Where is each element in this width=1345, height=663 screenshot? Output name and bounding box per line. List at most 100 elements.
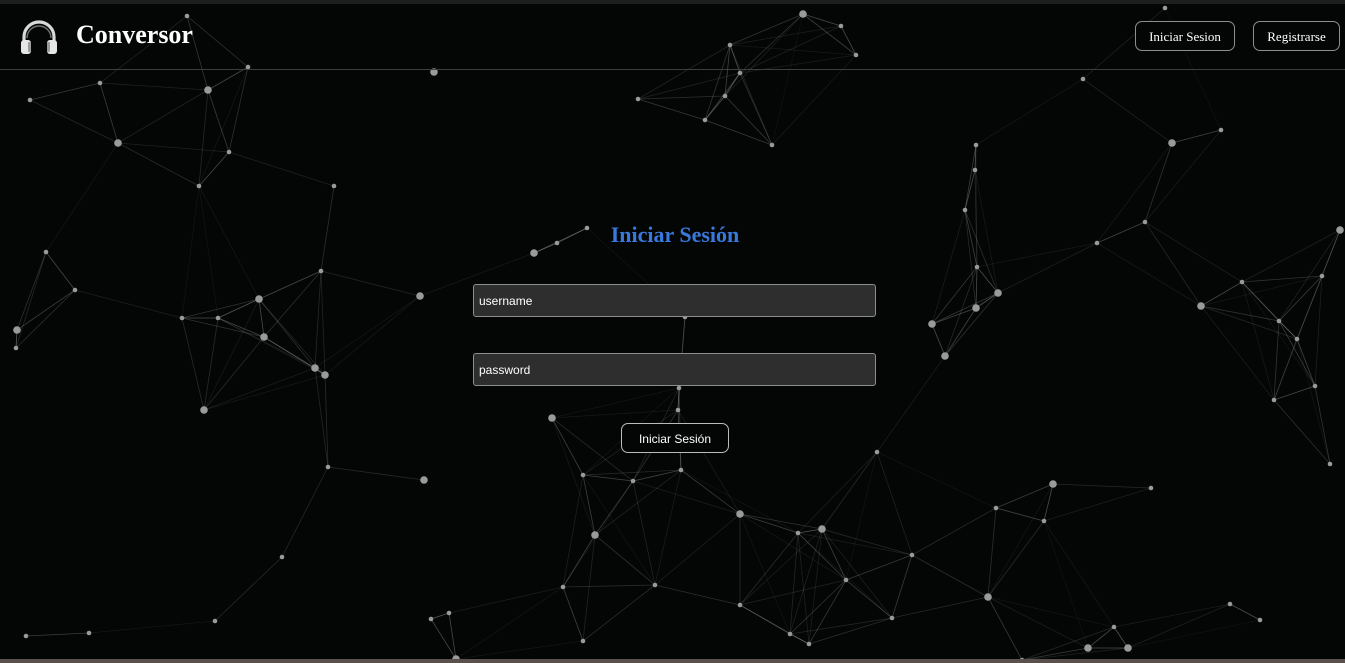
network-link [99, 82, 119, 144]
network-node [941, 352, 949, 360]
network-link [1278, 275, 1323, 322]
network-node [630, 478, 636, 484]
network-link [891, 554, 913, 619]
network-link [1096, 242, 1202, 307]
nav-login-button[interactable]: Iniciar Sesion [1135, 21, 1235, 51]
network-node [560, 584, 566, 590]
network-link [845, 554, 913, 581]
network-node [1111, 624, 1117, 630]
network-link [263, 270, 322, 338]
nav-register-button[interactable]: Registrarse [1253, 21, 1340, 51]
network-node [1124, 644, 1132, 652]
network-node [1227, 601, 1233, 607]
network-node [994, 289, 1002, 297]
network-node [818, 525, 826, 533]
network-node [331, 183, 337, 189]
network-link [582, 584, 656, 642]
network-link [25, 632, 90, 637]
network-link [562, 586, 584, 642]
network-link [944, 307, 977, 357]
network-node [215, 315, 221, 321]
network-link [320, 270, 421, 297]
network-link [117, 142, 200, 187]
network-node [97, 80, 103, 86]
network-link [88, 620, 216, 634]
username-input[interactable] [473, 284, 876, 317]
network-node [678, 467, 684, 473]
network-node [196, 183, 202, 189]
network-link [562, 584, 656, 588]
network-link [739, 532, 799, 606]
network-node [204, 86, 212, 94]
network-node [1294, 336, 1300, 342]
network-node [13, 326, 21, 334]
particle-network-background [13, 5, 1344, 663]
network-node [635, 96, 641, 102]
network-node [736, 510, 744, 518]
network-node [260, 333, 268, 341]
brand-title: Conversor [76, 20, 193, 49]
network-node [972, 167, 978, 173]
network-link [29, 99, 119, 144]
network-link [1241, 229, 1341, 283]
network-link [739, 528, 823, 606]
network-link [1278, 320, 1316, 387]
network-link [203, 367, 316, 411]
network-node [255, 295, 263, 303]
network-link [987, 520, 1045, 598]
network-link [551, 409, 679, 419]
network-link [1096, 221, 1146, 244]
network-link [1127, 619, 1261, 649]
password-input[interactable] [473, 353, 876, 386]
network-node [909, 552, 915, 558]
network-node [652, 582, 658, 588]
network-link [29, 82, 101, 101]
network-link [739, 513, 799, 534]
network-link [1144, 221, 1243, 283]
network-link [976, 266, 999, 294]
network-node [530, 249, 538, 257]
network-link [911, 554, 989, 598]
network-link [198, 151, 230, 187]
network-link [1200, 305, 1298, 340]
network-link [1229, 603, 1261, 621]
network-link [739, 72, 773, 146]
network-node [420, 476, 428, 484]
network-node [737, 602, 743, 608]
network-link [228, 151, 335, 187]
headphones-icon [21, 20, 57, 54]
network-node [806, 641, 812, 647]
network-link [198, 89, 209, 187]
network-node [974, 264, 980, 270]
network-node [1197, 302, 1205, 310]
network-link [1144, 221, 1202, 307]
network-link [320, 270, 326, 376]
login-submit-button[interactable]: Iniciar Sesión [621, 423, 729, 453]
network-link [551, 417, 584, 476]
network-node [416, 292, 424, 300]
network-link [997, 242, 1098, 294]
network-node [321, 371, 329, 379]
network-link [203, 374, 326, 411]
network-link [45, 251, 76, 291]
login-title: Iniciar Sesión [610, 222, 740, 247]
network-node [114, 139, 122, 147]
network-link [704, 119, 773, 146]
network-link [448, 586, 564, 614]
network-link [181, 185, 200, 319]
network-link [876, 451, 913, 556]
network-link [582, 474, 634, 482]
navbar: Conversor Iniciar Sesion Registrarse [0, 4, 1345, 70]
network-node [1218, 127, 1224, 133]
network-node [1257, 617, 1263, 623]
network-link [551, 417, 596, 536]
network-node [72, 287, 78, 293]
network-link [931, 292, 999, 325]
network-link [789, 532, 799, 635]
network-link [1273, 385, 1316, 401]
network-node [1080, 76, 1086, 82]
network-link [207, 66, 249, 91]
network-link [217, 317, 265, 338]
network-node [889, 615, 895, 621]
network-node [928, 320, 936, 328]
